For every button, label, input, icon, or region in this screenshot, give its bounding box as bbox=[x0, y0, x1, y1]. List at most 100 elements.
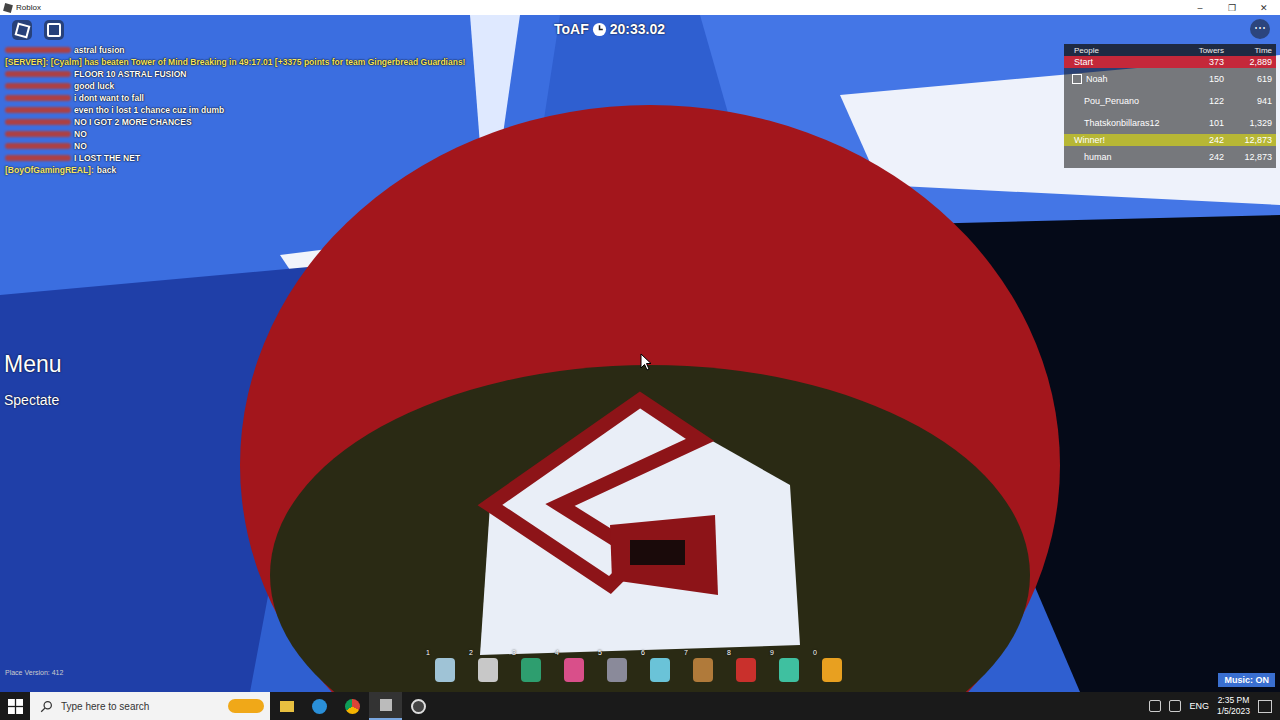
chat-text: NO bbox=[74, 141, 87, 151]
row-towers: 101 bbox=[1180, 118, 1228, 128]
hotbar-slot[interactable]: 1 bbox=[424, 651, 465, 689]
spectate-button[interactable]: Spectate bbox=[4, 392, 62, 408]
tool-icon bbox=[779, 658, 799, 682]
window-control-button[interactable]: – bbox=[1184, 3, 1216, 13]
chat-text: [SERVER]: [Cyalm] has beaten Tower of Mi… bbox=[5, 57, 465, 67]
game-viewport[interactable]: astral fusion[SERVER]: [Cyalm] has beate… bbox=[0, 15, 1280, 692]
language-indicator[interactable]: ENG bbox=[1189, 701, 1209, 711]
row-name: Noah bbox=[1064, 74, 1180, 84]
tool-icon bbox=[607, 658, 627, 682]
window-control-button[interactable]: ❐ bbox=[1216, 3, 1248, 13]
chat-button[interactable] bbox=[44, 20, 64, 40]
tool-icon bbox=[521, 658, 541, 682]
volume-icon[interactable] bbox=[1169, 700, 1181, 712]
music-toggle[interactable]: Music: ON bbox=[1218, 673, 1275, 687]
row-towers: 150 bbox=[1180, 74, 1228, 84]
leaderboard-header: PeopleTowersTime bbox=[1064, 44, 1276, 56]
slot-key: 4 bbox=[555, 649, 559, 656]
chat-text: FLOOR 10 ASTRAL FUSION bbox=[74, 69, 186, 79]
more-options-button[interactable]: ⋯ bbox=[1250, 19, 1270, 39]
slot-key: 7 bbox=[684, 649, 688, 656]
blurred-username bbox=[5, 131, 71, 137]
chat-icon bbox=[47, 23, 61, 37]
roblox-app-icon bbox=[3, 3, 13, 13]
chat-message: i dont want to fall bbox=[5, 92, 465, 104]
search-icon bbox=[40, 700, 53, 713]
row-time: 12,873 bbox=[1228, 152, 1276, 162]
tool-icon bbox=[693, 658, 713, 682]
chat-text: NO bbox=[74, 129, 87, 139]
leaderboard-column: People bbox=[1064, 46, 1180, 55]
player-row[interactable]: human 242 12,873 bbox=[1064, 146, 1276, 168]
row-name: Winner! bbox=[1064, 135, 1180, 145]
hotbar-slot[interactable]: 4 bbox=[553, 651, 594, 689]
screen: Roblox –❐✕ astral fusion[SERVER]: [Cyalm… bbox=[0, 0, 1280, 720]
clock-icon bbox=[592, 22, 607, 37]
weather-icon bbox=[228, 699, 264, 713]
team-row[interactable]: Start 373 2,889 bbox=[1064, 56, 1276, 68]
roblox-menu-bar bbox=[12, 20, 64, 40]
tool-icon bbox=[650, 658, 670, 682]
place-version: Place Version: 412 bbox=[5, 669, 63, 676]
row-time: 1,329 bbox=[1228, 118, 1276, 128]
taskbar-apps bbox=[270, 692, 1149, 720]
chat-message: good luck bbox=[5, 80, 465, 92]
hotbar-slot[interactable]: 6 bbox=[639, 651, 680, 689]
chat-text: NO I GOT 2 MORE CHANCES bbox=[74, 117, 192, 127]
hotbar-slot[interactable]: 2 bbox=[467, 651, 508, 689]
chat-text: I LOST THE NET bbox=[74, 153, 140, 163]
start-button[interactable] bbox=[0, 699, 30, 714]
row-name: human bbox=[1064, 152, 1180, 162]
hotbar-slot[interactable]: 0 bbox=[811, 651, 852, 689]
menu-button[interactable]: Menu bbox=[4, 351, 62, 378]
leaderboard-column: Time bbox=[1228, 46, 1276, 55]
blurred-username bbox=[5, 83, 71, 89]
row-time: 619 bbox=[1228, 74, 1276, 84]
chat-message: I LOST THE NET bbox=[5, 152, 465, 164]
system-tray: ENG 2:35 PM 1/5/2023 bbox=[1149, 695, 1280, 717]
file-explorer-icon[interactable] bbox=[270, 692, 303, 720]
taskbar-clock[interactable]: 2:35 PM 1/5/2023 bbox=[1217, 695, 1250, 717]
search-placeholder: Type here to search bbox=[61, 701, 220, 712]
window-control-button[interactable]: ✕ bbox=[1248, 3, 1280, 13]
side-buttons: Menu Spectate bbox=[4, 351, 62, 408]
hotbar: 1 2 3 4 5 6 7 8 9 0 bbox=[424, 651, 852, 689]
chat-message: [SERVER]: [Cyalm] has beaten Tower of Mi… bbox=[5, 56, 465, 68]
taskbar: Type here to search ENG 2:35 PM 1/5/2023 bbox=[0, 692, 1280, 720]
roblox-menu-button[interactable] bbox=[12, 20, 32, 40]
hotbar-slot[interactable]: 9 bbox=[768, 651, 809, 689]
tool-icon bbox=[435, 658, 455, 682]
blurred-username bbox=[5, 95, 71, 101]
chat-message: [BoyOfGamingREAL]: back bbox=[5, 164, 465, 176]
mouse-cursor-icon bbox=[640, 353, 652, 375]
slot-key: 0 bbox=[813, 649, 817, 656]
row-towers: 122 bbox=[1180, 96, 1228, 106]
team-row[interactable]: Winner! 242 12,873 bbox=[1064, 134, 1276, 146]
blurred-username bbox=[5, 47, 71, 53]
leaderboard: PeopleTowersTime Start 373 2,889Noah 150… bbox=[1064, 44, 1276, 168]
row-towers: 373 bbox=[1180, 57, 1228, 67]
obs-icon[interactable] bbox=[402, 692, 435, 720]
hotbar-slot[interactable]: 3 bbox=[510, 651, 551, 689]
slot-key: 5 bbox=[598, 649, 602, 656]
blurred-username bbox=[5, 119, 71, 125]
blurred-username bbox=[5, 155, 71, 161]
notification-icon[interactable] bbox=[1258, 700, 1272, 713]
search-box[interactable]: Type here to search bbox=[30, 692, 270, 720]
roblox-studio-icon[interactable] bbox=[369, 692, 402, 720]
hotbar-slot[interactable]: 7 bbox=[682, 651, 723, 689]
hotbar-slot[interactable]: 5 bbox=[596, 651, 637, 689]
row-towers: 242 bbox=[1180, 135, 1228, 145]
edge-icon[interactable] bbox=[303, 692, 336, 720]
player-row[interactable]: Noah 150 619 bbox=[1064, 68, 1276, 90]
chat-message: even tho i lost 1 chance cuz im dumb bbox=[5, 104, 465, 116]
chrome-icon[interactable] bbox=[336, 692, 369, 720]
network-icon[interactable] bbox=[1149, 700, 1161, 712]
row-name: Thatskonbillaras12 bbox=[1064, 118, 1180, 128]
hotbar-slot[interactable]: 8 bbox=[725, 651, 766, 689]
slot-key: 8 bbox=[727, 649, 731, 656]
player-row[interactable]: Thatskonbillaras12 101 1,329 bbox=[1064, 112, 1276, 134]
player-row[interactable]: Pou_Peruano 122 941 bbox=[1064, 90, 1276, 112]
taskbar-date: 1/5/2023 bbox=[1217, 706, 1250, 717]
slot-key: 2 bbox=[469, 649, 473, 656]
